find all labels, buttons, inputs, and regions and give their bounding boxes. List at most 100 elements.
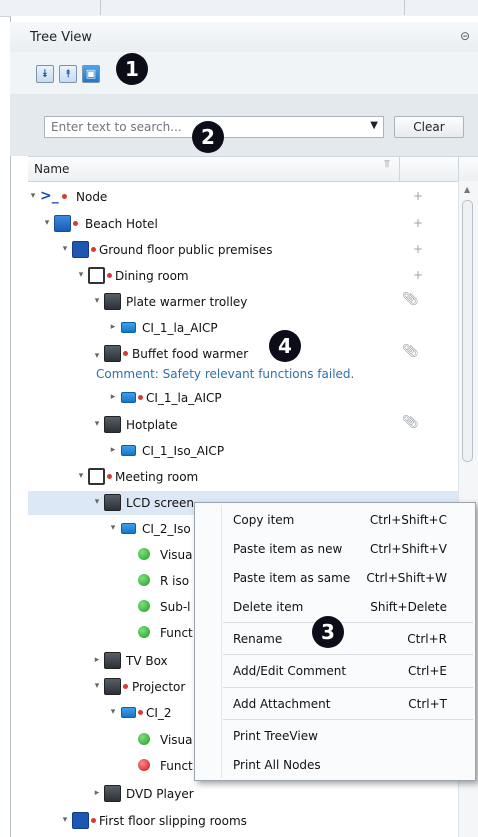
locate-icon[interactable]: ▣: [82, 65, 100, 83]
expand-all-icon[interactable]: ⯯: [36, 65, 54, 83]
add-icon[interactable]: +: [413, 268, 423, 282]
menu-item-shortcut: Ctrl+Shift+W: [366, 571, 447, 585]
callout-badge: 1: [116, 53, 148, 85]
chevron-right-icon[interactable]: ▸: [92, 655, 102, 665]
ci-icon: [121, 523, 136, 534]
scrollbar-thumb[interactable]: [462, 200, 473, 462]
tree-label: DVD Player: [126, 787, 194, 801]
paperclip-icon[interactable]: 📎︎: [402, 344, 419, 359]
menu-item-paste-same[interactable]: Paste item as same Ctrl+Shift+W: [195, 563, 475, 592]
menu-item-label: Rename: [233, 632, 283, 646]
building-icon: [72, 241, 89, 258]
column-name[interactable]: Name: [34, 162, 69, 176]
status-dot-icon: [107, 474, 112, 479]
chevron-down-icon[interactable]: ▾: [76, 471, 86, 481]
tree-row-dining-room[interactable]: ▾ Dining room +: [28, 264, 458, 288]
chevron-right-icon[interactable]: ▸: [108, 445, 118, 455]
chevron-down-icon[interactable]: ▾: [92, 351, 102, 361]
tree-row-buffet[interactable]: ▾ Buffet food warmer 📎︎: [28, 342, 458, 366]
paperclip-icon[interactable]: 📎︎: [402, 415, 419, 430]
tree-row-meeting-room[interactable]: ▾ Meeting room: [28, 465, 458, 489]
chevron-down-icon[interactable]: ▾: [108, 523, 118, 533]
tree-row-hotplate[interactable]: ▾ Hotplate 📎︎: [28, 413, 458, 437]
tree-label: CI_2_Iso: [142, 522, 191, 536]
device-icon: [104, 345, 121, 362]
status-dot-icon: [138, 395, 143, 400]
tree-row-dvd-player[interactable]: ▸ DVD Player: [28, 782, 458, 806]
status-dot-icon: [138, 710, 143, 715]
menu-item-attachment[interactable]: Add Attachment Ctrl+T: [195, 689, 475, 718]
chevron-down-icon[interactable]: ▾: [28, 191, 38, 201]
panel-header: Tree View ⊝: [10, 22, 478, 53]
menu-item-label: Add/Edit Comment: [233, 664, 347, 678]
menu-item-label: Print TreeView: [233, 729, 318, 743]
chevron-down-icon[interactable]: ▾: [108, 707, 118, 717]
paperclip-icon[interactable]: 📎︎: [402, 292, 419, 307]
tree-label: TV Box: [126, 654, 168, 668]
site-icon: [54, 215, 71, 232]
tree-label: Visua: [160, 733, 193, 747]
tree-row-ci[interactable]: ▸ CI_1_la_AICP: [28, 316, 458, 340]
chevron-down-icon[interactable]: ▾: [92, 419, 102, 429]
column-divider[interactable]: [399, 157, 400, 181]
tree-row-node[interactable]: ▾ >_ Node +: [28, 185, 458, 209]
tree-label: Dining room: [115, 269, 189, 283]
tree-row-first-floor[interactable]: ▾ First floor slipping rooms: [28, 809, 458, 833]
menu-item-shortcut: Shift+Delete: [370, 600, 447, 614]
add-icon[interactable]: +: [413, 189, 423, 203]
clear-button[interactable]: Clear: [394, 116, 464, 138]
chevron-right-icon[interactable]: ▸: [108, 392, 118, 402]
tree-label: CI_1_la_AICP: [142, 321, 218, 335]
menu-item-shortcut: Ctrl+E: [408, 664, 447, 678]
tree-row-ci[interactable]: ▸ CI_1_la_AICP: [28, 386, 458, 410]
chevron-down-icon[interactable]: ▾: [76, 270, 86, 280]
column-header: Name ⫪: [28, 156, 478, 182]
toolbar: [10, 52, 478, 95]
menu-item-label: Copy item: [233, 513, 295, 527]
chevron-down-icon[interactable]: ▾: [92, 296, 102, 306]
status-dot-icon: [91, 818, 96, 823]
device-icon: [104, 494, 121, 511]
pin-icon[interactable]: ⊝: [460, 29, 470, 43]
ci-icon: [121, 392, 136, 403]
tree-row-plate-warmer[interactable]: ▾ Plate warmer trolley 📎︎: [28, 290, 458, 314]
add-icon[interactable]: +: [413, 216, 423, 230]
menu-item-comment[interactable]: Add/Edit Comment Ctrl+E: [195, 656, 475, 685]
room-icon: [88, 267, 105, 284]
menu-separator: [223, 719, 473, 720]
scroll-up-icon[interactable]: ▲: [464, 185, 470, 194]
tree-label: Plate warmer trolley: [126, 295, 248, 309]
chevron-down-icon[interactable]: ▾: [42, 218, 52, 228]
chevron-down-icon[interactable]: ▾: [92, 681, 102, 691]
chevron-down-icon[interactable]: ▾: [92, 497, 102, 507]
ci-icon: [121, 322, 136, 333]
status-dot-icon: [91, 247, 96, 252]
pass-status-icon: [138, 574, 150, 586]
chevron-down-icon[interactable]: ▼: [370, 120, 378, 131]
chevron-right-icon[interactable]: ▸: [108, 322, 118, 332]
filter-icon[interactable]: ⫪: [384, 159, 390, 170]
tree-row-ci[interactable]: ▸ CI_1_Iso_AICP: [28, 439, 458, 463]
chevron-down-icon[interactable]: ▾: [60, 815, 70, 825]
fail-status-icon: [138, 759, 150, 771]
chevron-down-icon[interactable]: ▾: [60, 244, 70, 254]
status-dot-icon: [123, 351, 128, 356]
tree-row-beach-hotel[interactable]: ▾ Beach Hotel +: [28, 212, 458, 236]
chevron-right-icon[interactable]: ▸: [92, 788, 102, 798]
menu-item-shortcut: Ctrl+Shift+V: [370, 542, 447, 556]
menu-item-copy[interactable]: Copy item Ctrl+Shift+C: [195, 505, 475, 534]
ci-icon: [121, 707, 136, 718]
device-icon: [104, 652, 121, 669]
column-divider[interactable]: [458, 157, 459, 181]
collapse-all-icon[interactable]: ⯭: [59, 65, 77, 83]
menu-item-paste-new[interactable]: Paste item as new Ctrl+Shift+V: [195, 534, 475, 563]
tree-label: Hotplate: [126, 418, 178, 432]
device-icon: [104, 293, 121, 310]
top-tab[interactable]: [404, 0, 478, 15]
menu-separator: [223, 687, 473, 688]
tree-row-ground-floor[interactable]: ▾ Ground floor public premises +: [28, 238, 458, 262]
menu-item-print-all[interactable]: Print All Nodes: [195, 750, 475, 779]
top-tab[interactable]: [18, 0, 101, 15]
add-icon[interactable]: +: [413, 242, 423, 256]
menu-item-print-treeview[interactable]: Print TreeView: [195, 721, 475, 750]
